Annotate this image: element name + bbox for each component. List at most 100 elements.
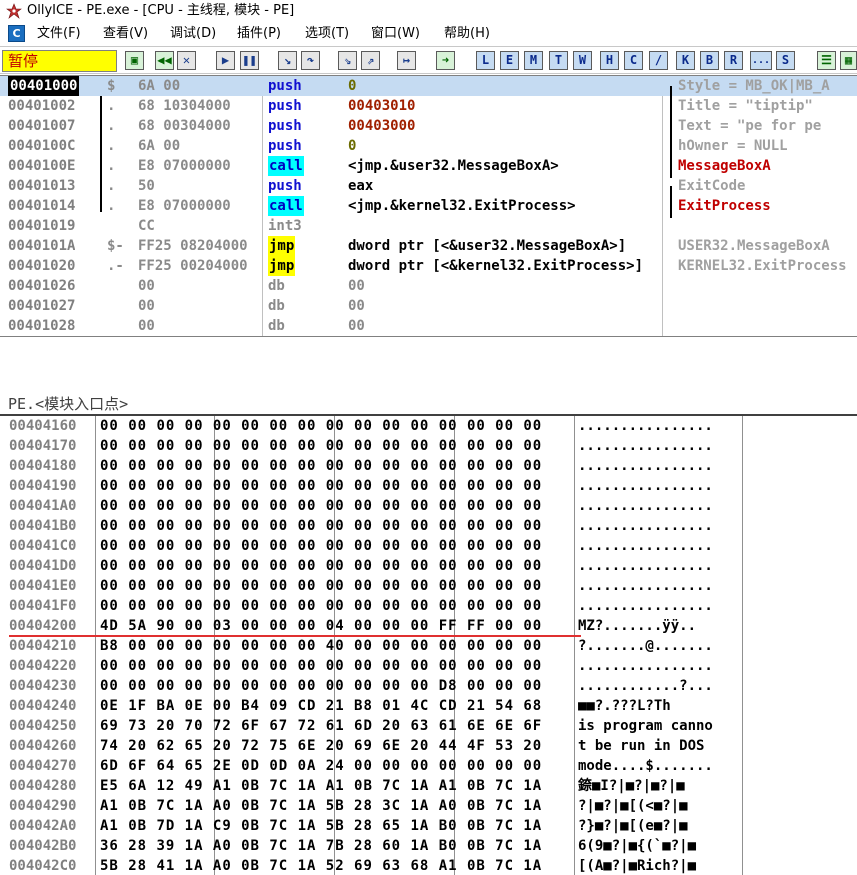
disasm-row[interactable]: 0040101A $- FF25 08204000 jmp dword ptr [<&u… (0, 236, 857, 256)
execute-till-return-icon[interactable]: ↦ (397, 51, 416, 70)
disasm-hex: 68 10304000 (138, 98, 231, 114)
disasm-hex: E8 07000000 (138, 198, 231, 214)
step-over-icon[interactable]: ↷ (301, 51, 320, 70)
disasm-hex: CC (138, 218, 155, 234)
menu-file[interactable]: 文件(F) (37, 25, 81, 43)
dump-row[interactable]: 004041A0 00 00 00 00 00 00 00 00 00 00 00… (0, 496, 857, 516)
disasm-mnemonic: push (268, 118, 302, 134)
go-to-icon[interactable]: ➜ (436, 51, 455, 70)
step-into-icon[interactable]: ↘ (278, 51, 297, 70)
disasm-operand: 0 (348, 138, 357, 154)
disasm-row[interactable]: 00401020 .- FF25 00204000 jmp dword ptr [<&k… (0, 256, 857, 276)
call-stack-button[interactable]: K (676, 51, 695, 70)
dump-ascii: ................ (578, 578, 713, 594)
dump-row[interactable]: 00404230 00 00 00 00 00 00 00 00 00 00 00… (0, 676, 857, 696)
menu-options[interactable]: 选项(T) (305, 25, 349, 43)
dump-row[interactable]: 004041C0 00 00 00 00 00 00 00 00 00 00 00… (0, 536, 857, 556)
dump-hex-bytes: 69 73 20 70 72 6F 67 72 61 6D 20 63 61 6… (100, 718, 543, 734)
menu-debug[interactable]: 调试(D) (170, 25, 216, 43)
dump-row[interactable]: 004041B0 00 00 00 00 00 00 00 00 00 00 00… (0, 516, 857, 536)
dump-row[interactable]: 00404200 4D 5A 90 00 03 00 00 00 04 00 00… (0, 616, 857, 636)
dump-row[interactable]: 00404220 00 00 00 00 00 00 00 00 00 00 00… (0, 656, 857, 676)
dump-address: 004041F0 (9, 598, 77, 614)
close-icon[interactable]: ✕ (177, 51, 196, 70)
animate-over-icon[interactable]: ⇗ (361, 51, 380, 70)
run-icon[interactable]: ▶ (216, 51, 235, 70)
dump-hex-bytes: 5B 28 41 1A A0 0B 7C 1A 52 69 63 68 A1 0… (100, 858, 543, 874)
dump-row[interactable]: 00404260 74 20 62 65 20 72 75 6E 20 69 6E… (0, 736, 857, 756)
dump-row[interactable]: 00404180 00 00 00 00 00 00 00 00 00 00 00… (0, 456, 857, 476)
dump-ascii: ?|■?|■[(<■?|■ (578, 798, 688, 814)
restart-icon[interactable]: ◀◀ (155, 51, 174, 70)
dump-hex-bytes: 00 00 00 00 00 00 00 00 00 00 00 00 00 0… (100, 538, 543, 554)
dump-hex-bytes: 4D 5A 90 00 03 00 00 00 04 00 00 00 FF F… (100, 618, 543, 634)
dump-row[interactable]: 00404250 69 73 20 70 72 6F 67 72 61 6D 20… (0, 716, 857, 736)
dump-row[interactable]: 004042A0 A1 0B 7D 1A C9 0B 7C 1A 5B 28 65… (0, 816, 857, 836)
dump-row[interactable]: 00404270 6D 6F 64 65 2E 0D 0D 0A 24 00 00… (0, 756, 857, 776)
more-tools-icon[interactable]: ▦ (840, 51, 857, 70)
breakpoints-button[interactable]: B (700, 51, 719, 70)
dump-hex-bytes: 00 00 00 00 00 00 00 00 00 00 00 00 00 0… (100, 658, 543, 674)
disasm-operand: 00 (348, 318, 365, 334)
disasm-operand: 0 (348, 78, 357, 94)
menu-help[interactable]: 帮助(H) (444, 25, 490, 43)
menu-window[interactable]: 窗口(W) (371, 25, 420, 43)
dump-row[interactable]: 004041D0 00 00 00 00 00 00 00 00 00 00 00… (0, 556, 857, 576)
disasm-mnemonic: int3 (268, 218, 302, 234)
disasm-row[interactable]: 00401027 00 db 00 (0, 296, 857, 316)
dump-row[interactable]: 00404160 00 00 00 00 00 00 00 00 00 00 00… (0, 416, 857, 436)
hex-dump-pane[interactable]: 00404160 00 00 00 00 00 00 00 00 00 00 00… (0, 416, 857, 875)
dump-row[interactable]: 00404170 00 00 00 00 00 00 00 00 00 00 00… (0, 436, 857, 456)
disasm-row[interactable]: 00401028 00 db 00 (0, 316, 857, 336)
disasm-row[interactable]: 0040100E. E8 07000000 call <jmp.&user32.Mes… (0, 156, 857, 176)
disasm-row[interactable]: 00401014. E8 07000000 call <jmp.&kernel32.E… (0, 196, 857, 216)
windows-button[interactable]: W (573, 51, 592, 70)
dump-hex-bytes: 00 00 00 00 00 00 00 00 00 00 00 00 00 0… (100, 458, 543, 474)
pause-icon[interactable]: ❚❚ (240, 51, 259, 70)
menu-view[interactable]: 查看(V) (103, 25, 148, 43)
disasm-address: 0040101A (8, 238, 76, 254)
dump-row[interactable]: 004042B0 36 28 39 1A A0 0B 7C 1A 7B 28 60… (0, 836, 857, 856)
list-view-icon[interactable]: ☰ (817, 51, 836, 70)
executable-modules-button[interactable]: E (500, 51, 519, 70)
dump-row[interactable]: 004041E0 00 00 00 00 00 00 00 00 00 00 00… (0, 576, 857, 596)
source-button[interactable]: S (776, 51, 795, 70)
disasm-row[interactable]: 00401007. 68 00304000 push 00403000 Text = "… (0, 116, 857, 136)
menu-bar: C 文件(F) 查看(V) 调试(D) 插件(P) 选项(T) 窗口(W) 帮助… (0, 22, 857, 46)
disasm-row[interactable]: 00401026 00 db 00 (0, 276, 857, 296)
patches-button[interactable]: / (649, 51, 668, 70)
threads-button[interactable]: T (549, 51, 568, 70)
dump-row[interactable]: 004042C0 5B 28 41 1A A0 0B 7C 1A 52 69 63… (0, 856, 857, 875)
dump-row[interactable]: 00404290 A1 0B 7C 1A A0 0B 7C 1A 5B 28 3C… (0, 796, 857, 816)
disasm-row[interactable]: 00401013. 50 push eax ExitCode (0, 176, 857, 196)
dump-row[interactable]: 004041F0 00 00 00 00 00 00 00 00 00 00 00… (0, 596, 857, 616)
disasm-marker: . (107, 138, 116, 154)
disasm-marker: $ (107, 78, 116, 94)
disasm-row[interactable]: 0040100C. 6A 00 push 0 hOwner = NULL (0, 136, 857, 156)
open-file-icon[interactable]: ▣ (125, 51, 144, 70)
menu-plugins[interactable]: 插件(P) (237, 25, 281, 43)
disasm-operand: 00 (348, 278, 365, 294)
disasm-comment (678, 216, 857, 236)
dump-hex-bytes: 0E 1F BA 0E 00 B4 09 CD 21 B8 01 4C CD 2… (100, 698, 543, 714)
run-trace-button[interactable]: ... (750, 51, 772, 70)
disasm-row[interactable]: 00401000 $6A 00 push 0 Style = MB_OK|MB_A (0, 76, 857, 96)
cpu-window-icon[interactable]: C (8, 25, 25, 42)
references-button[interactable]: R (724, 51, 743, 70)
animate-into-icon[interactable]: ⇘ (338, 51, 357, 70)
disasm-row[interactable]: 00401019 CC int3 (0, 216, 857, 236)
log-window-button[interactable]: L (476, 51, 495, 70)
dump-address: 00404180 (9, 458, 77, 474)
memory-map-button[interactable]: M (524, 51, 543, 70)
dump-row[interactable]: 00404240 0E 1F BA 0E 00 B4 09 CD 21 B8 01… (0, 696, 857, 716)
dump-row[interactable]: 00404210 B8 00 00 00 00 00 00 00 40 00 00… (0, 636, 857, 656)
handles-button[interactable]: H (600, 51, 619, 70)
dump-row[interactable]: 00404280 E5 6A 12 49 A1 0B 7C 1A A1 0B 7C… (0, 776, 857, 796)
disasm-row[interactable]: 00401002. 68 10304000 push 00403010 Title = … (0, 96, 857, 116)
disassembly-pane[interactable]: 00401000 $6A 00 push 0 Style = MB_OK|MB_A 004… (0, 75, 857, 337)
dump-hex-bytes: 00 00 00 00 00 00 00 00 00 00 00 00 00 0… (100, 418, 543, 434)
dump-ascii: ................ (578, 518, 713, 534)
dump-ascii: t be run in DOS (578, 738, 705, 754)
cpu-button[interactable]: C (624, 51, 643, 70)
dump-row[interactable]: 00404190 00 00 00 00 00 00 00 00 00 00 00… (0, 476, 857, 496)
